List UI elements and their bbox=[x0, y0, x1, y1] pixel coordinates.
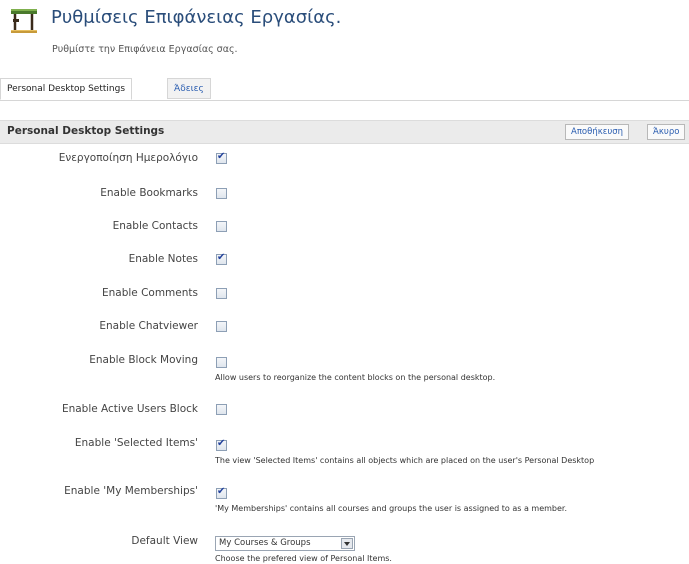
tab-personal-desktop-settings[interactable]: Personal Desktop Settings bbox=[0, 78, 133, 100]
setting-label: Enable Contacts bbox=[112, 220, 198, 232]
setting-label: Default View bbox=[131, 535, 198, 547]
desk-icon bbox=[10, 6, 40, 36]
setting-label: Enable Chatviewer bbox=[99, 320, 198, 332]
section-title: Personal Desktop Settings bbox=[7, 125, 165, 137]
setting-label: Enable 'Selected Items' bbox=[74, 437, 198, 449]
setting-label: Enable Block Moving bbox=[89, 354, 198, 366]
section-header: Personal Desktop Settings Αποθήκευση Άκυ… bbox=[0, 120, 689, 144]
page-header: Ρυθμίσεις Επιφάνειας Εργασίας. Ρυθμίστε … bbox=[0, 0, 689, 78]
contacts-checkbox[interactable] bbox=[216, 221, 227, 232]
setting-label: Ενεργοποίηση Ημερολόγιο bbox=[58, 152, 198, 164]
setting-description: 'My Memberships' contains all courses an… bbox=[215, 504, 568, 513]
chevron-down-icon[interactable] bbox=[341, 538, 353, 549]
selected-items-checkbox[interactable] bbox=[216, 438, 227, 451]
page-title: Ρυθμίσεις Επιφάνειας Εργασίας. bbox=[51, 7, 342, 28]
setting-label: Enable 'My Memberships' bbox=[64, 485, 198, 497]
page-subtitle: Ρυθμίστε την Επιφάνεια Εργασίας σας. bbox=[52, 44, 238, 55]
bookmarks-checkbox[interactable] bbox=[216, 188, 227, 199]
setting-label: Enable Bookmarks bbox=[100, 187, 198, 199]
default-view-select[interactable]: My Courses & Groups bbox=[215, 536, 355, 551]
cancel-button[interactable]: Άκυρο bbox=[647, 124, 686, 140]
notes-checkbox[interactable] bbox=[216, 252, 227, 265]
setting-label: Enable Comments bbox=[101, 287, 198, 299]
active-users-checkbox[interactable] bbox=[216, 404, 227, 415]
block-moving-checkbox[interactable] bbox=[216, 357, 227, 368]
chatviewer-checkbox[interactable] bbox=[216, 321, 227, 332]
setting-label: Enable Notes bbox=[128, 253, 198, 265]
setting-description: Allow users to reorganize the content bl… bbox=[215, 373, 496, 382]
default-view-description: Choose the prefered view of Personal Ite… bbox=[215, 554, 392, 563]
tab-bar: Personal Desktop Settings Άδειες bbox=[0, 78, 689, 101]
comments-checkbox[interactable] bbox=[216, 288, 227, 299]
tab-permissions[interactable]: Άδειες bbox=[167, 78, 211, 99]
default-view-value: My Courses & Groups bbox=[219, 538, 311, 548]
save-button[interactable]: Αποθήκευση bbox=[565, 124, 630, 140]
setting-description: The view 'Selected Items' contains all o… bbox=[215, 456, 595, 465]
setting-label: Enable Active Users Block bbox=[61, 403, 198, 415]
memberships-checkbox[interactable] bbox=[216, 486, 227, 499]
calendar-checkbox[interactable] bbox=[216, 151, 227, 164]
